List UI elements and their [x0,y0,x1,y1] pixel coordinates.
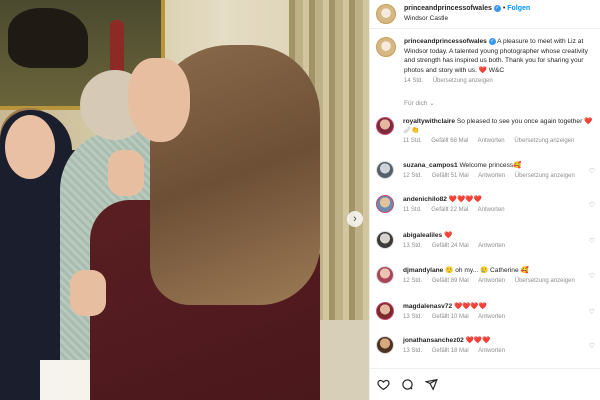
comment-item: royaltywithclaire So pleased to see you … [370,117,600,146]
comment-username[interactable]: magdalenasv72 [403,303,452,310]
princess-face [128,58,190,142]
comment-text: ❤️❤️❤️ [465,337,491,344]
comment-text: ❤️❤️❤️❤️ [453,303,487,310]
comment-item: magdalenasv72 ❤️❤️❤️❤️ 13 Std. Gefällt 1… [370,302,600,322]
avatar[interactable] [376,4,396,24]
comment-username[interactable]: djmandylane [403,267,443,274]
heart-icon[interactable]: ♡ [589,342,595,350]
reply-button[interactable]: Antworten [478,278,505,284]
comment-time: 11 Std. [403,138,422,144]
reply-button[interactable]: Antworten [478,314,505,320]
comment-likes[interactable]: Gefällt 10 Mal [432,314,469,320]
comment-username[interactable]: royaltywithclaire [403,118,455,125]
translate-link[interactable]: Übersetzung anzeigen [515,278,575,284]
avatar[interactable] [376,231,394,249]
reply-button[interactable]: Antworten [478,348,505,354]
comment-time: 11 Std. [403,207,422,213]
translate-link[interactable]: Übersetzung anzeigen [515,173,575,179]
comment-text: 🙂 oh my... 🥲 Catherine 🥰 [445,267,529,274]
comment-item: suzana_campos1 Welcome princess🥰 12 Std.… [370,161,600,181]
for-you-filter[interactable]: Für dich ⌄ [370,87,600,107]
avatar[interactable] [376,266,394,284]
comment-username[interactable]: jonathansanchez02 [403,337,464,344]
comment-item: djmandylane 🙂 oh my... 🥲 Catherine 🥰 12 … [370,266,600,286]
avatar[interactable] [376,161,394,179]
comment-likes[interactable]: Gefällt 51 Mal [432,173,469,179]
avatar[interactable] [376,37,396,57]
caption-username[interactable]: princeandprincessofwales [404,38,487,45]
translate-link[interactable]: Übersetzung anzeigen [433,78,493,84]
post-actions [370,368,600,400]
painted-horse [8,8,88,68]
reply-button[interactable]: Antworten [478,207,505,213]
chevron-right-icon[interactable]: › [347,211,363,227]
heart-icon[interactable]: ♡ [589,308,595,316]
heart-icon[interactable] [376,378,390,392]
comment-text: Welcome princess🥰 [459,162,522,169]
comment-time: 13 Std. [403,348,423,354]
comment-time: 13 Std. [403,314,423,320]
comment-likes[interactable]: Gefällt 22 Mal [431,207,468,213]
reply-button[interactable]: Antworten [478,243,505,249]
post-caption: princeandprincessofwales ✓ A pleasure to… [370,29,600,87]
comment-item: jonathansanchez02 ❤️❤️❤️ 13 Std. Gefällt… [370,336,600,356]
heart-icon[interactable]: ♡ [589,272,595,280]
hand [70,270,106,316]
comment-username[interactable]: abigalealiles [403,232,442,239]
reply-button[interactable]: Antworten [478,138,505,144]
comment-text: ❤️❤️❤️❤️ [448,196,482,203]
share-icon[interactable] [424,378,438,392]
left-woman-face [5,115,55,179]
comment-text: ❤️ [444,232,453,239]
avatar[interactable] [376,195,394,213]
comment-icon[interactable] [400,378,414,392]
comment-likes[interactable]: Gefällt 68 Mal [431,138,468,144]
comment-likes[interactable]: Gefällt 89 Mal [432,278,469,284]
avatar[interactable] [376,336,394,354]
verified-icon: ✓ [493,4,501,12]
comment-time: 13 Std. [403,243,423,249]
comment-likes[interactable]: Gefällt 24 Mal [432,243,469,249]
heart-icon[interactable]: ♡ [589,201,595,209]
translate-link[interactable]: Übersetzung anzeigen [514,138,574,144]
post-photo[interactable]: › [0,0,369,400]
comment-likes[interactable]: Gefällt 18 Mal [432,348,469,354]
reply-button[interactable]: Antworten [478,173,505,179]
caption-time: 14 Std. [404,78,424,85]
avatar[interactable] [376,302,394,320]
comment-time: 12 Std. [403,278,423,284]
heart-icon[interactable]: ♡ [589,167,595,175]
avatar[interactable] [376,117,394,135]
comment-item: andenichilo82 ❤️❤️❤️❤️ 11 Std. Gefällt 2… [370,195,600,215]
comment-username[interactable]: andenichilo82 [403,196,447,203]
comment-item: abigalealiles ❤️ 13 Std. Gefällt 24 Mal … [370,231,600,251]
separator: • [502,5,506,12]
post-username[interactable]: princeandprincessofwales [404,5,492,12]
follow-button[interactable]: Folgen [507,5,530,12]
post-header: princeandprincessofwales ✓ • Folgen Wind… [370,0,600,29]
verified-icon: ✓ [488,37,496,45]
post-location[interactable]: Windsor Castle [404,14,530,24]
post-sidebar: princeandprincessofwales ✓ • Folgen Wind… [369,0,600,400]
comment-time: 12 Std. [403,173,423,179]
hand [108,150,144,196]
heart-icon[interactable]: ♡ [589,237,595,245]
comment-username[interactable]: suzana_campos1 [403,162,458,169]
